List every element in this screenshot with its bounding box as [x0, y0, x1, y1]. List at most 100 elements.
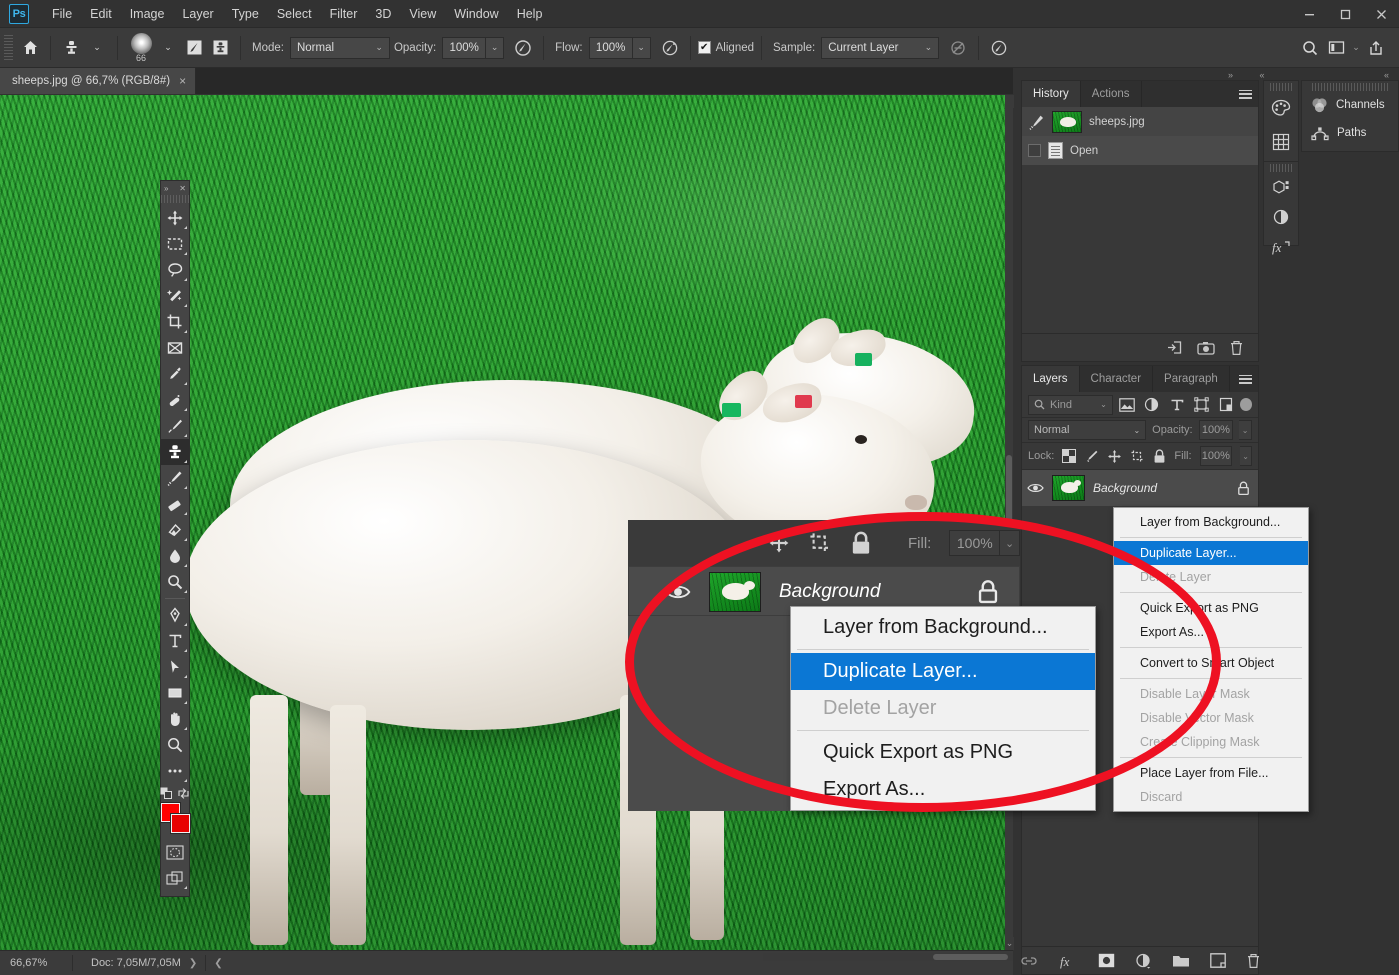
- ignore-adjustment-layers-icon[interactable]: [945, 35, 971, 61]
- flow-stepper[interactable]: ⌄: [632, 36, 651, 59]
- rectangle-tool[interactable]: [161, 680, 189, 706]
- tools-panel-grip[interactable]: [161, 195, 189, 203]
- flow-control[interactable]: 100% ⌄: [588, 36, 651, 59]
- screen-mode-icon[interactable]: [161, 865, 189, 891]
- callout-layer-name[interactable]: Background: [779, 581, 880, 603]
- filter-adjustment-icon[interactable]: [1141, 395, 1163, 415]
- brush-preset-caret-icon[interactable]: ⌄: [155, 35, 181, 61]
- edit-toolbar-tool[interactable]: [161, 758, 189, 784]
- lock-position-icon[interactable]: [768, 532, 790, 554]
- blur-tool[interactable]: [161, 543, 189, 569]
- path-selection-tool[interactable]: [161, 654, 189, 680]
- layer-context-menu[interactable]: Layer from Background... Duplicate Layer…: [1113, 507, 1309, 812]
- lock-all-icon[interactable]: [1153, 448, 1166, 464]
- brush-preset-picker[interactable]: 66: [127, 32, 155, 63]
- close-panel-icon[interactable]: ✕: [179, 184, 186, 193]
- callout-fill-input[interactable]: 100%: [949, 530, 1001, 556]
- libraries-panel-icon[interactable]: [1264, 172, 1298, 202]
- filter-type-icon[interactable]: [1166, 395, 1188, 415]
- quick-mask-icon[interactable]: [161, 839, 189, 865]
- scroll-down-arrow[interactable]: ⌄: [1005, 937, 1014, 950]
- lock-position-icon[interactable]: [1107, 449, 1122, 464]
- callout-context-menu[interactable]: Layer from Background... Duplicate Layer…: [790, 606, 1096, 811]
- menu-edit[interactable]: Edit: [81, 3, 121, 25]
- pressure-size-icon[interactable]: [986, 35, 1012, 61]
- swatches-panel-icon[interactable]: [1264, 125, 1298, 159]
- opacity-control[interactable]: 100% ⌄: [442, 36, 505, 59]
- menu-item-duplicate-layer[interactable]: Duplicate Layer...: [1114, 541, 1308, 565]
- paths-panel-button[interactable]: Paths: [1302, 119, 1398, 147]
- new-group-icon[interactable]: [1172, 954, 1190, 968]
- tool-preset-caret-icon[interactable]: ⌄: [84, 35, 110, 61]
- hand-tool[interactable]: [161, 706, 189, 732]
- layer-fill-stepper[interactable]: ⌄: [1240, 446, 1253, 466]
- search-icon[interactable]: [1297, 35, 1323, 61]
- tab-layers[interactable]: Layers: [1022, 366, 1080, 392]
- opacity-stepper[interactable]: ⌄: [486, 36, 505, 59]
- history-state-row[interactable]: Open: [1022, 136, 1258, 165]
- status-expand-arrow[interactable]: ❯: [181, 958, 205, 969]
- menu-item-export-as[interactable]: Export As...: [1114, 620, 1308, 644]
- brush-panel-icon[interactable]: [181, 35, 207, 61]
- history-snapshot-checkbox[interactable]: [1028, 144, 1041, 157]
- tab-actions[interactable]: Actions: [1080, 81, 1142, 107]
- menu-filter[interactable]: Filter: [321, 3, 367, 25]
- channels-panel-button[interactable]: Channels: [1302, 91, 1398, 119]
- zoom-tool[interactable]: [161, 732, 189, 758]
- flow-input[interactable]: 100%: [588, 36, 633, 59]
- close-button[interactable]: [1363, 0, 1399, 28]
- dodge-tool[interactable]: [161, 569, 189, 595]
- color-panel-icon[interactable]: [1264, 91, 1298, 125]
- layer-row-background[interactable]: Background: [1022, 470, 1258, 506]
- delete-layer-icon[interactable]: [1246, 953, 1261, 969]
- layer-visibility-eye-icon[interactable]: [665, 583, 691, 601]
- eraser-tool[interactable]: [161, 491, 189, 517]
- menu-item-convert-to-smart-object[interactable]: Convert to Smart Object: [1114, 651, 1308, 675]
- move-tool[interactable]: [161, 205, 189, 231]
- tab-character[interactable]: Character: [1079, 366, 1154, 392]
- aligned-checkbox[interactable]: ✔ Aligned: [697, 41, 754, 54]
- clone-stamp-tool[interactable]: [161, 439, 189, 465]
- layer-style-fx-icon[interactable]: fx: [1058, 953, 1078, 969]
- scrollbar-thumb[interactable]: [933, 954, 1008, 960]
- clone-source-panel-icon[interactable]: [207, 35, 233, 61]
- filter-toggle-switch[interactable]: [1240, 398, 1252, 411]
- frame-tool[interactable]: [161, 335, 189, 361]
- lock-artboard-nesting-icon[interactable]: [808, 531, 832, 555]
- filter-pixel-icon[interactable]: [1116, 395, 1138, 415]
- tab-paragraph[interactable]: Paragraph: [1153, 366, 1230, 392]
- new-layer-icon[interactable]: [1209, 953, 1226, 968]
- layer-blend-mode-select[interactable]: Normal ⌄: [1028, 420, 1147, 440]
- aligned-checkbox-box[interactable]: ✔: [697, 41, 711, 54]
- clone-stamp-preset-icon[interactable]: [58, 35, 84, 61]
- add-layer-mask-icon[interactable]: [1098, 953, 1115, 968]
- history-snapshot-row[interactable]: sheeps.jpg: [1022, 107, 1258, 136]
- callout-layer-thumbnail[interactable]: [709, 572, 761, 612]
- menu-layer[interactable]: Layer: [173, 3, 222, 25]
- magic-wand-tool[interactable]: [161, 283, 189, 309]
- crop-tool[interactable]: [161, 309, 189, 335]
- lock-artboard-nesting-icon[interactable]: [1130, 449, 1145, 464]
- layer-name-label[interactable]: Background: [1093, 481, 1157, 495]
- eyedropper-tool[interactable]: [161, 361, 189, 387]
- brush-tool[interactable]: [161, 413, 189, 439]
- layer-opacity-stepper[interactable]: ⌄: [1239, 420, 1252, 440]
- rail-grip[interactable]: [1270, 83, 1292, 91]
- lock-transparent-pixels-icon[interactable]: [1062, 449, 1077, 463]
- menu-help[interactable]: Help: [508, 3, 552, 25]
- rail-grip[interactable]: [1270, 164, 1292, 172]
- create-snapshot-icon[interactable]: [1197, 341, 1215, 355]
- menu-item-layer-from-background[interactable]: Layer from Background...: [1114, 510, 1308, 534]
- layer-thumbnail[interactable]: [1052, 475, 1085, 501]
- lock-image-pixels-icon[interactable]: [1084, 449, 1099, 464]
- pen-tool[interactable]: [161, 602, 189, 628]
- menu-select[interactable]: Select: [268, 3, 321, 25]
- callout-menu-item-layer-from-background[interactable]: Layer from Background...: [791, 609, 1095, 646]
- history-brush-tool[interactable]: [161, 465, 189, 491]
- layer-opacity-input[interactable]: 100%: [1198, 420, 1234, 440]
- styles-fx-panel-icon[interactable]: fx: [1264, 232, 1298, 262]
- workspace-switcher-icon[interactable]: [1323, 35, 1349, 61]
- lock-all-icon[interactable]: [850, 531, 872, 556]
- maximize-button[interactable]: [1327, 0, 1363, 28]
- filter-shape-icon[interactable]: [1190, 395, 1212, 415]
